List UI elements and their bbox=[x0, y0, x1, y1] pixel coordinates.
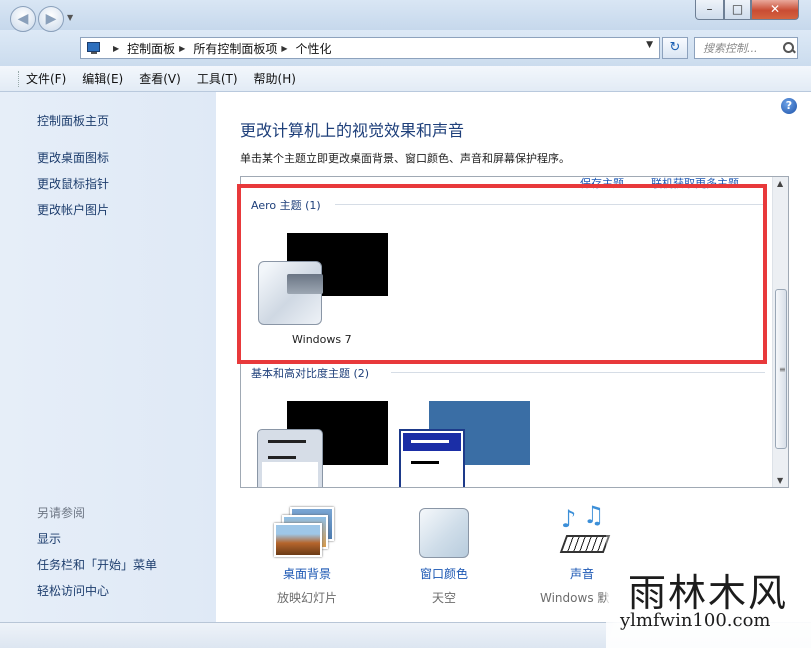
page-description: 单击某个主题立即更改桌面背景、窗口颜色、声音和屏幕保护程序。 bbox=[240, 152, 570, 165]
window-color-value: 天空 bbox=[431, 591, 456, 605]
left-pane: 控制面板主页 更改桌面图标 更改鼠标指针 更改帐户图片 另请参阅 显示 任务栏和… bbox=[0, 92, 216, 622]
desktop-background-value: 放映幻灯片 bbox=[276, 591, 337, 605]
search-input[interactable]: 搜索控制... bbox=[694, 37, 798, 59]
maximize-button[interactable]: □ bbox=[724, 0, 751, 20]
window-color-link[interactable]: 窗口颜色 bbox=[394, 565, 494, 582]
menu-view[interactable]: 查看(V) bbox=[139, 70, 181, 87]
menu-edit[interactable]: 编辑(E) bbox=[82, 70, 123, 87]
taskbar-start-menu-link[interactable]: 任务栏和「开始」菜单 bbox=[37, 556, 157, 573]
refresh-icon: ↻ bbox=[669, 40, 681, 55]
minimize-icon: – bbox=[706, 2, 713, 16]
search-icon[interactable] bbox=[781, 40, 797, 56]
control-panel-home-link[interactable]: 控制面板主页 bbox=[37, 112, 109, 129]
control-panel-icon bbox=[85, 41, 103, 55]
change-account-picture-link[interactable]: 更改帐户图片 bbox=[37, 201, 109, 218]
title-bar bbox=[0, 0, 811, 30]
maximize-icon: □ bbox=[731, 2, 744, 16]
scroll-down-icon[interactable]: ▼ bbox=[777, 476, 783, 485]
breadcrumb-all-items[interactable]: 所有控制面板项 bbox=[193, 40, 277, 57]
forward-arrow-icon: ▶ bbox=[45, 11, 57, 27]
back-button[interactable]: ◀ bbox=[10, 6, 36, 32]
watermark-url: ylmfwin100.com bbox=[620, 610, 771, 631]
annotation-highlight-box bbox=[237, 184, 767, 364]
page-title: 更改计算机上的视觉效果和声音 bbox=[240, 121, 465, 140]
close-icon: ✕ bbox=[769, 2, 781, 16]
scroll-up-icon[interactable]: ▲ bbox=[777, 179, 783, 188]
address-bar[interactable]: ▶ 控制面板 ▶ 所有控制面板项 ▶ 个性化 ▼ bbox=[80, 37, 660, 59]
chevron-right-icon[interactable]: ▶ bbox=[281, 44, 287, 53]
chevron-right-icon[interactable]: ▶ bbox=[179, 44, 185, 53]
breadcrumb-control-panel[interactable]: 控制面板 bbox=[127, 40, 175, 57]
refresh-button[interactable]: ↻ bbox=[662, 37, 688, 59]
search-placeholder: 搜索控制... bbox=[703, 42, 758, 55]
change-mouse-pointer-link[interactable]: 更改鼠标指针 bbox=[37, 175, 109, 192]
display-link[interactable]: 显示 bbox=[37, 530, 61, 547]
desktop-background-link[interactable]: 桌面背景 bbox=[257, 565, 357, 582]
scrollbar-thumb[interactable]: ≡ bbox=[775, 289, 787, 449]
basic-themes-heading: 基本和高对比度主题 (2) bbox=[251, 367, 370, 380]
recent-pages-dropdown[interactable]: ▼ bbox=[67, 13, 73, 22]
change-desktop-icons-link[interactable]: 更改桌面图标 bbox=[37, 149, 109, 166]
menu-tools[interactable]: 工具(T) bbox=[197, 70, 238, 87]
watermark-title: 雨林木风 bbox=[628, 571, 789, 615]
desktop-background-icon[interactable] bbox=[274, 505, 338, 560]
window-color-icon[interactable] bbox=[419, 508, 469, 558]
help-icon[interactable]: ? bbox=[781, 98, 797, 114]
group-divider bbox=[391, 372, 765, 373]
breadcrumb-personalization[interactable]: 个性化 bbox=[296, 40, 332, 57]
menu-grip bbox=[18, 70, 20, 87]
forward-button[interactable]: ▶ bbox=[38, 6, 64, 32]
theme-list-scrollbar[interactable]: ▲ ≡ ▼ bbox=[772, 177, 788, 487]
chevron-right-icon[interactable]: ▶ bbox=[113, 44, 119, 53]
minimize-button[interactable]: – bbox=[695, 0, 724, 20]
theme-highcontrast-window[interactable] bbox=[399, 429, 465, 487]
theme-basic-window[interactable] bbox=[257, 429, 323, 487]
ease-of-access-link[interactable]: 轻松访问中心 bbox=[37, 582, 109, 599]
address-dropdown-icon[interactable]: ▼ bbox=[646, 40, 653, 50]
back-arrow-icon: ◀ bbox=[17, 11, 29, 27]
close-button[interactable]: ✕ bbox=[751, 0, 799, 20]
menu-bar: 文件(F) 编辑(E) 查看(V) 工具(T) 帮助(H) bbox=[0, 66, 811, 92]
menu-help[interactable]: 帮助(H) bbox=[254, 70, 296, 87]
menu-file[interactable]: 文件(F) bbox=[26, 70, 66, 87]
see-also-heading: 另请参阅 bbox=[37, 506, 86, 520]
